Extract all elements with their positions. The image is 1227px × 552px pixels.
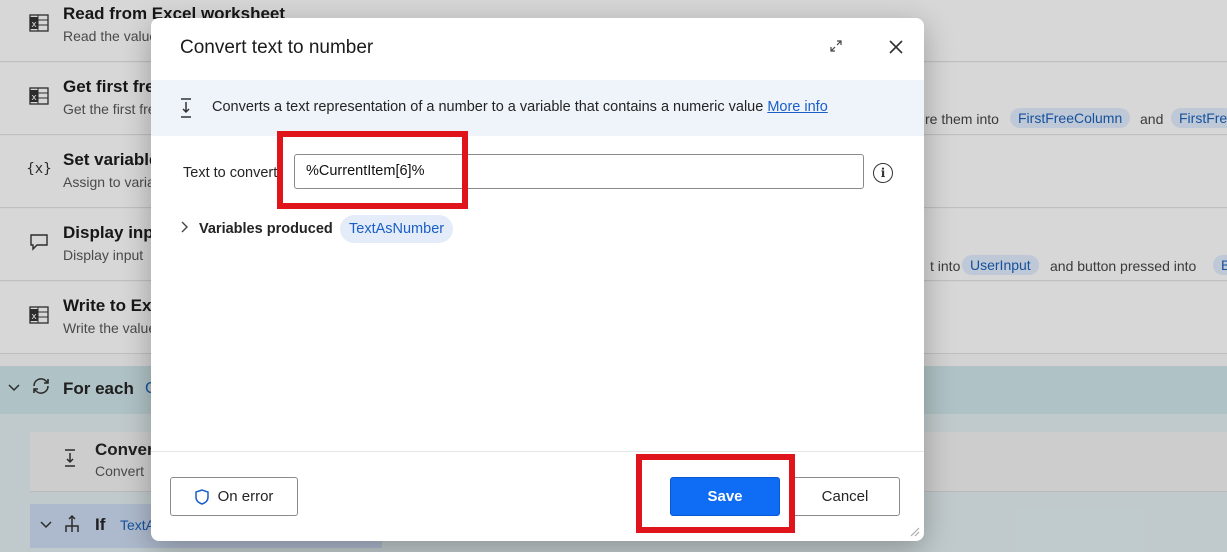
description-body: Converts a text representation of a numb… [212, 99, 764, 115]
on-error-button[interactable]: On error [170, 477, 298, 516]
description-bar: Converts a text representation of a numb… [151, 80, 924, 136]
shield-icon [194, 488, 209, 505]
expand-icon[interactable] [825, 35, 847, 57]
footer-divider [151, 451, 924, 452]
convert-text-dialog: Convert text to number Converts a text r… [151, 18, 924, 541]
resize-grip-icon[interactable] [908, 525, 920, 540]
variables-produced-label[interactable]: Variables produced [199, 221, 333, 237]
chevron-right-icon[interactable] [181, 221, 189, 236]
on-error-label: On error [217, 488, 274, 505]
info-icon[interactable]: i [873, 163, 893, 183]
highlight-box-save [636, 454, 795, 533]
variable-chip-textasnumber[interactable]: TextAsNumber [340, 215, 454, 243]
dialog-title: Convert text to number [180, 37, 374, 58]
more-info-link[interactable]: More info [767, 99, 827, 115]
text-to-convert-label: Text to convert [183, 165, 278, 181]
highlight-box-input [277, 131, 468, 209]
cancel-button[interactable]: Cancel [790, 477, 900, 516]
close-icon[interactable] [884, 35, 908, 59]
description-text: Converts a text representation of a numb… [212, 99, 828, 115]
convert-icon [180, 97, 196, 119]
